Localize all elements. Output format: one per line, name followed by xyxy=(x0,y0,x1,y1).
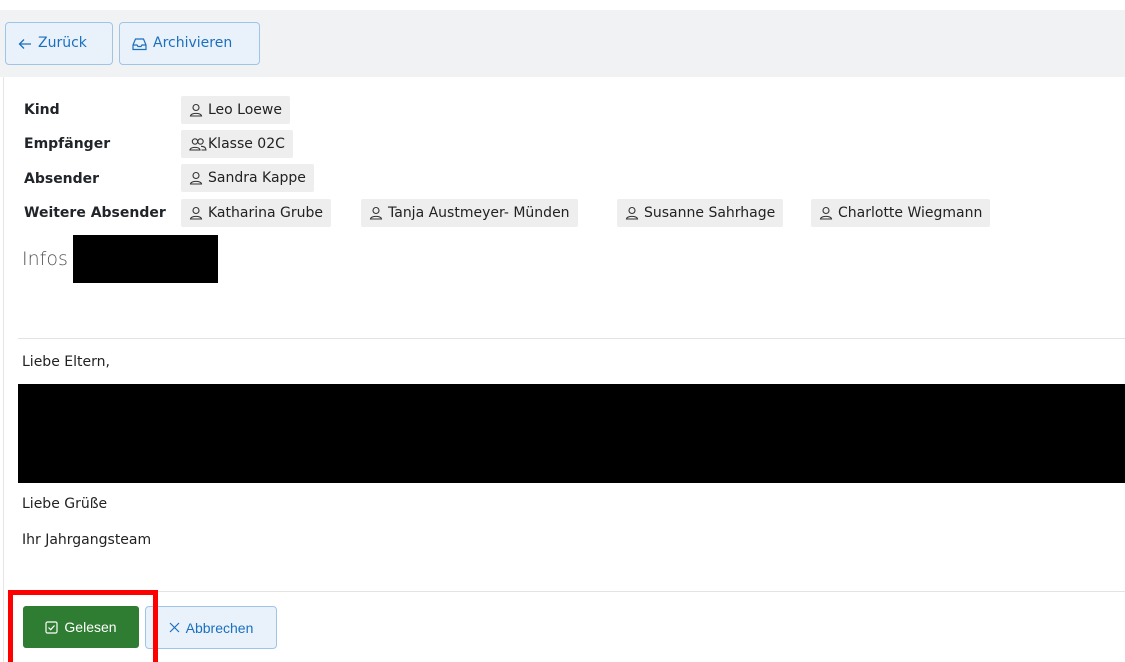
message-subject: Infos xyxy=(22,248,68,270)
sender-value: Sandra Kappe xyxy=(208,170,306,186)
users-icon xyxy=(189,137,207,151)
kind-chip[interactable]: Leo Loewe xyxy=(181,96,290,124)
user-icon xyxy=(189,103,203,117)
cancel-label: Abbrechen xyxy=(185,619,254,636)
more-sender-chip[interactable]: Tanja Austmeyer- Münden xyxy=(361,199,578,227)
card-border xyxy=(3,77,4,662)
user-icon xyxy=(625,206,639,220)
divider-bottom xyxy=(18,591,1125,592)
redacted-subject xyxy=(73,235,218,283)
close-icon xyxy=(169,622,180,633)
more-sender-name: Katharina Grube xyxy=(208,205,323,221)
arrow-left-icon xyxy=(18,37,32,51)
more-sender-name: Tanja Austmeyer- Münden xyxy=(388,205,570,221)
more-sender-chip[interactable]: Charlotte Wiegmann xyxy=(811,199,991,227)
user-icon xyxy=(189,206,203,220)
kind-label: Kind xyxy=(24,102,60,118)
cancel-button[interactable]: Abbrechen xyxy=(145,606,277,649)
more-sender-name: Susanne Sahrhage xyxy=(644,205,776,221)
sender-chip[interactable]: Sandra Kappe xyxy=(181,164,314,192)
redacted-body xyxy=(18,384,1125,483)
more-sender-chip[interactable]: Susanne Sahrhage xyxy=(617,199,784,227)
user-icon xyxy=(189,171,203,185)
archive-button-label: Archivieren xyxy=(153,35,233,51)
user-icon xyxy=(369,206,383,220)
back-button[interactable]: Zurück xyxy=(5,22,113,65)
kind-value: Leo Loewe xyxy=(208,102,282,118)
divider-top xyxy=(18,338,1125,339)
user-icon xyxy=(819,206,833,220)
recipient-value: Klasse 02C xyxy=(208,136,285,152)
recipient-label: Empfänger xyxy=(24,136,111,152)
message-closing: Liebe Grüße xyxy=(22,496,108,512)
more-sender-name: Charlotte Wiegmann xyxy=(838,205,983,221)
more-senders-label: Weitere Absender xyxy=(24,205,166,221)
sender-label: Absender xyxy=(24,171,100,187)
message-signature: Ihr Jahrgangsteam xyxy=(22,532,152,548)
inbox-icon xyxy=(132,37,147,51)
recipient-chip[interactable]: Klasse 02C xyxy=(181,130,293,158)
more-sender-chip[interactable]: Katharina Grube xyxy=(181,199,331,227)
highlight-annotation xyxy=(8,590,158,662)
message-greeting: Liebe Eltern, xyxy=(22,354,110,370)
toolbar: Zurück Archivieren xyxy=(0,10,1125,77)
back-button-label: Zurück xyxy=(38,35,87,51)
archive-button[interactable]: Archivieren xyxy=(119,22,260,65)
